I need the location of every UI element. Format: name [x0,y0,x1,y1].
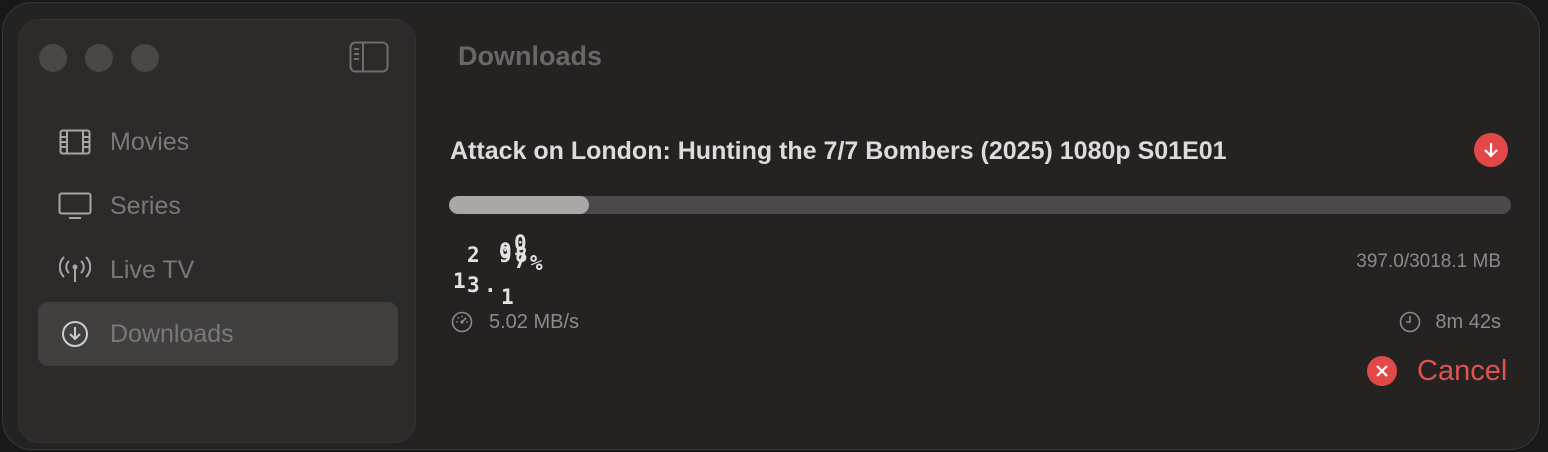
speedometer-icon [451,311,473,333]
percent-glyph: . [484,273,497,297]
download-speed: 5.02 MB/s [489,311,580,333]
download-title: Attack on London: Hunting the 7/7 Bomber… [450,137,1227,165]
percent-glyph: 2 [467,243,480,267]
sidebar-item-downloads[interactable]: Downloads [38,302,398,366]
progress-percent-text: 2 0 0 9 8 % 1 3 . 1 7 [449,231,559,309]
sidebar-item-series[interactable]: Series [38,174,398,238]
app-window: Movies Series Live TV Downloads Download… [2,2,1540,450]
clock-icon [1399,311,1421,333]
sidebar: Movies Series Live TV Downloads [18,19,416,443]
sidebar-item-label: Movies [110,127,190,156]
percent-glyph: % [530,251,543,275]
percent-glyph: 7 [514,249,527,273]
broadcast-icon [58,253,92,287]
sidebar-item-live-tv[interactable]: Live TV [38,238,398,302]
close-window-button[interactable] [39,44,67,72]
sidebar-toggle-icon[interactable] [349,41,389,73]
download-size: 397.0/3018.1 MB [1356,251,1501,272]
sidebar-item-label: Series [110,191,181,220]
download-eta: 8m 42s [1435,311,1501,333]
download-arrow-icon [1474,133,1508,167]
percent-glyph: 9 [499,243,512,267]
download-circle-icon [58,317,92,351]
percent-glyph: 3 [467,273,480,297]
percent-glyph: 1 [453,269,466,293]
film-icon [58,125,92,159]
download-progress-fill [449,196,589,214]
minimize-window-button[interactable] [85,44,113,72]
page-title: Downloads [458,41,603,71]
sidebar-item-label: Downloads [110,319,234,348]
zoom-window-button[interactable] [131,44,159,72]
download-progress-bar [449,196,1511,214]
percent-glyph: 1 [501,285,514,309]
cancel-x-icon [1367,356,1397,386]
tv-icon [58,189,92,223]
cancel-button[interactable]: Cancel [1367,353,1507,389]
sidebar-item-movies[interactable]: Movies [38,110,398,174]
cancel-label: Cancel [1417,354,1508,387]
sidebar-item-label: Live TV [110,255,195,284]
